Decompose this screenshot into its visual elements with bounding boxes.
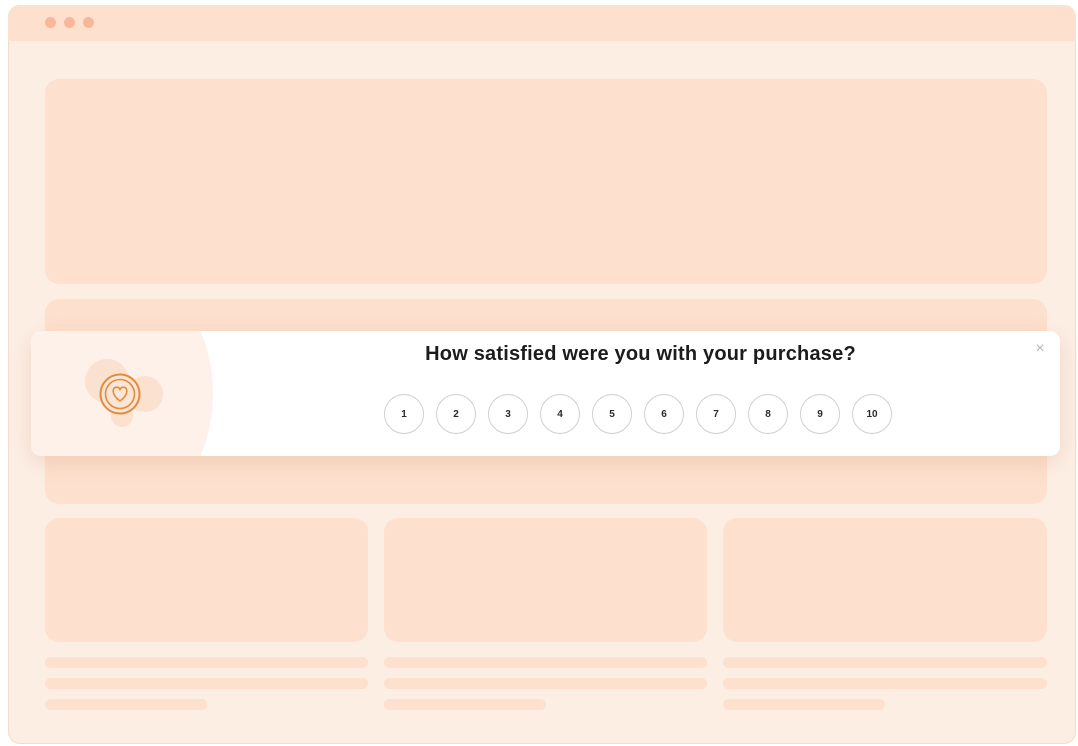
text-line-placeholder xyxy=(384,657,707,668)
rating-option-9[interactable]: 9 xyxy=(800,394,840,434)
heart-icon xyxy=(99,373,141,415)
text-line-placeholder xyxy=(384,699,546,710)
rating-option-10[interactable]: 10 xyxy=(852,394,892,434)
rating-option-3[interactable]: 3 xyxy=(488,394,528,434)
rating-option-2[interactable]: 2 xyxy=(436,394,476,434)
text-line-placeholder xyxy=(45,678,368,689)
window-dot-minimize[interactable] xyxy=(64,17,75,28)
survey-question: How satisfied were you with your purchas… xyxy=(425,343,856,365)
rating-option-4[interactable]: 4 xyxy=(540,394,580,434)
rating-option-7[interactable]: 7 xyxy=(696,394,736,434)
rating-scale: 1 2 3 4 5 6 7 8 9 10 xyxy=(384,394,892,434)
window-dot-close[interactable] xyxy=(45,17,56,28)
text-line-placeholder xyxy=(45,699,207,710)
card-placeholder xyxy=(384,518,707,642)
rating-option-8[interactable]: 8 xyxy=(748,394,788,434)
text-line-placeholder xyxy=(723,678,1047,689)
close-icon[interactable]: × xyxy=(1032,341,1048,357)
hero-placeholder xyxy=(45,79,1047,284)
text-line-placeholder xyxy=(384,678,707,689)
survey-popup: How satisfied were you with your purchas… xyxy=(31,331,1060,456)
text-line-placeholder xyxy=(723,657,1047,668)
rating-option-1[interactable]: 1 xyxy=(384,394,424,434)
window-dot-maximize[interactable] xyxy=(83,17,94,28)
rating-option-5[interactable]: 5 xyxy=(592,394,632,434)
text-line-placeholder xyxy=(723,699,885,710)
card-placeholder xyxy=(723,518,1047,642)
card-placeholder xyxy=(45,518,368,642)
text-line-placeholder xyxy=(45,657,368,668)
rating-option-6[interactable]: 6 xyxy=(644,394,684,434)
window-titlebar xyxy=(8,5,1076,41)
